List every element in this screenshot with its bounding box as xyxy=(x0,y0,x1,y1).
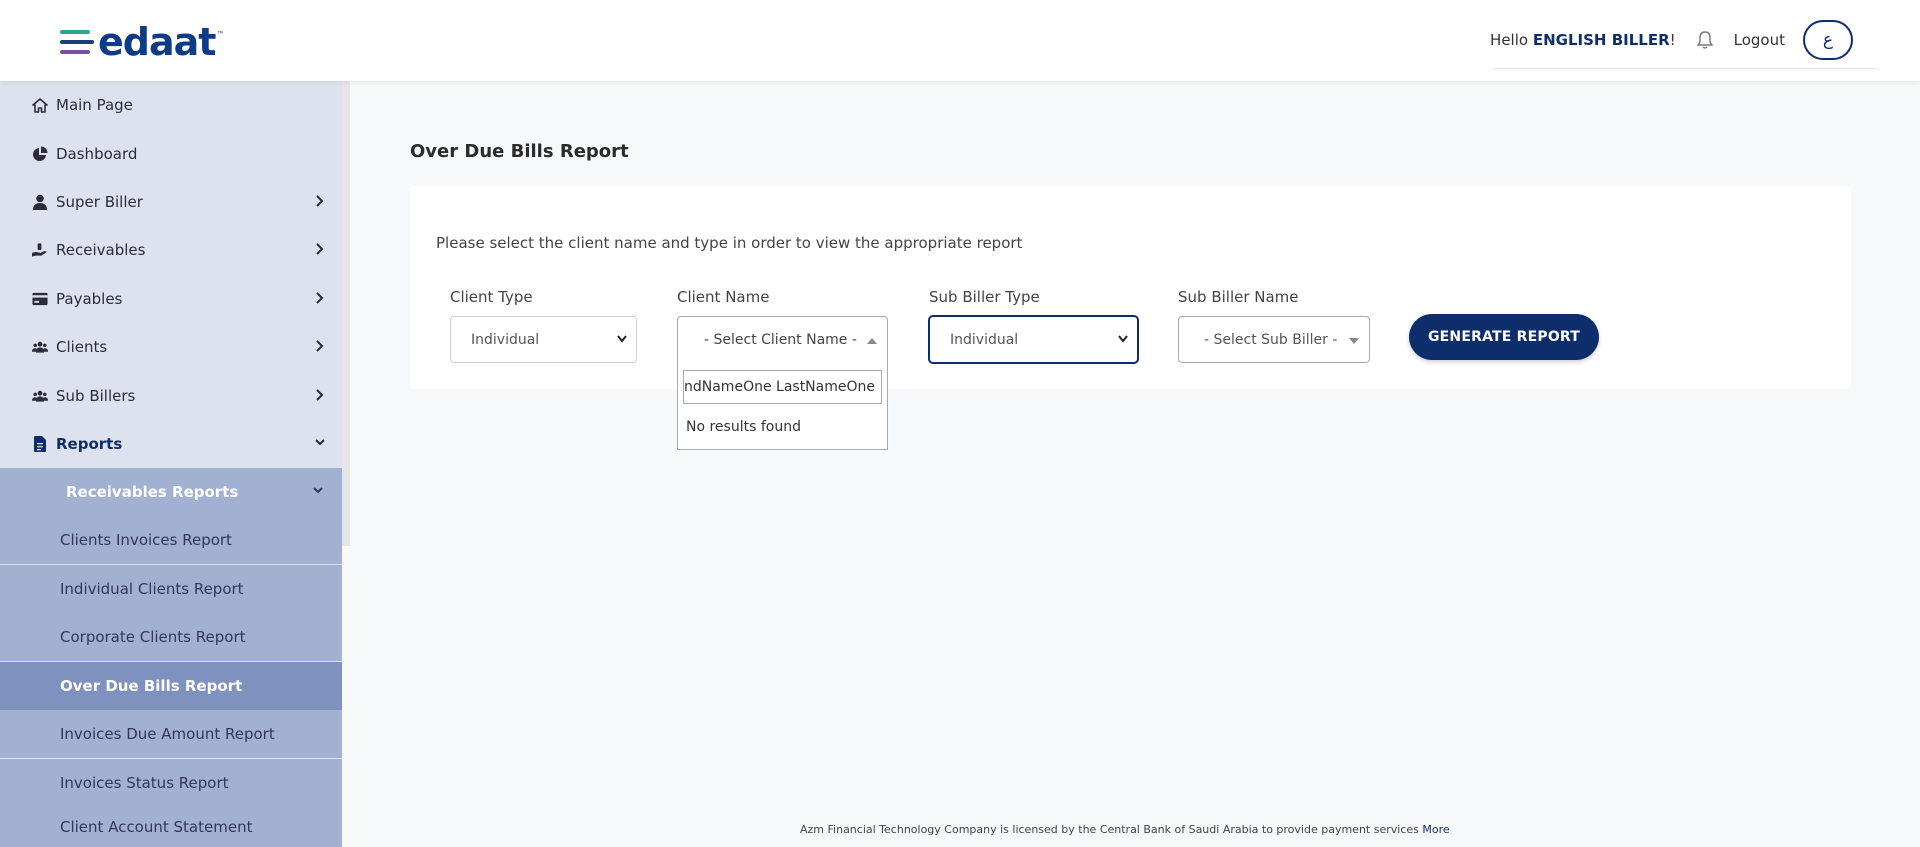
sidebar-item-label: Dashboard xyxy=(56,145,138,163)
sidebar-report-invoices-due-amount[interactable]: Invoices Due Amount Report xyxy=(0,710,342,758)
hand-coin-icon xyxy=(32,242,48,258)
users-icon xyxy=(32,339,48,355)
sidebar-item-super-biller[interactable]: Super Biller xyxy=(0,178,342,226)
logo-mark-icon xyxy=(60,30,94,54)
client-name-search-input[interactable]: ndNameOne LastNameOne xyxy=(683,370,882,404)
submenu-title: Receivables Reports xyxy=(66,483,239,501)
sidebar-item-label: Payables xyxy=(56,290,123,308)
chevron-down-icon xyxy=(1117,334,1129,344)
client-type-select[interactable]: Individual xyxy=(450,316,637,363)
edaat-logo[interactable]: edaat ™ xyxy=(60,20,224,64)
client-name-value: - Select Client Name - xyxy=(704,331,857,348)
footer-more-link[interactable]: More xyxy=(1422,823,1449,836)
caret-up-icon xyxy=(867,338,877,344)
sub-biller-name-select[interactable]: - Select Sub Biller - xyxy=(1178,316,1370,363)
sidebar-scrollbar[interactable] xyxy=(342,81,350,546)
greeting-suffix: ! xyxy=(1669,30,1676,49)
client-name-select[interactable]: - Select Client Name - xyxy=(677,316,888,363)
sidebar-item-clients[interactable]: Clients xyxy=(0,323,342,371)
sidebar-item-label: Main Page xyxy=(56,96,133,114)
chevron-right-icon xyxy=(314,339,324,353)
users-icon xyxy=(32,388,48,404)
logo-text: edaat xyxy=(98,20,216,64)
footer-text: Azm Financial Technology Company is lice… xyxy=(800,823,1419,836)
sidebar-report-corporate-clients[interactable]: Corporate Clients Report xyxy=(0,613,342,661)
sidebar-item-label: Sub Billers xyxy=(56,387,136,405)
logo-trademark: ™ xyxy=(216,30,225,39)
caret-down-icon xyxy=(1349,338,1359,344)
footer: Azm Financial Technology Company is lice… xyxy=(800,823,1450,836)
sidebar-report-invoices-status[interactable]: Invoices Status Report xyxy=(0,759,342,807)
top-header: edaat ™ Hello ENGLISH BILLER! Logout ع xyxy=(0,0,1920,81)
sidebar-item-label: Super Biller xyxy=(56,193,143,211)
client-name-label: Client Name xyxy=(677,288,770,306)
chevron-right-icon xyxy=(314,242,324,256)
page-title: Over Due Bills Report xyxy=(410,141,629,162)
user-greeting: Hello ENGLISH BILLER! xyxy=(1490,31,1676,49)
language-toggle-button[interactable]: ع xyxy=(1803,19,1853,60)
chevron-right-icon xyxy=(314,291,324,305)
greeting-text: Hello xyxy=(1490,30,1529,49)
chevron-right-icon xyxy=(314,194,324,208)
sub-biller-name-label: Sub Biller Name xyxy=(1178,288,1299,306)
credit-card-icon xyxy=(32,291,48,307)
chevron-down-icon xyxy=(314,438,325,452)
sidebar-item-label: Reports xyxy=(56,435,123,453)
sidebar-item-receivables[interactable]: Receivables xyxy=(0,226,342,274)
chevron-right-icon xyxy=(314,388,324,402)
sidebar-report-individual-clients[interactable]: Individual Clients Report xyxy=(0,565,342,613)
user-icon xyxy=(32,194,48,210)
notification-bell-icon[interactable] xyxy=(1696,30,1714,50)
chevron-down-icon xyxy=(312,486,324,496)
no-results-message: No results found xyxy=(686,419,801,435)
client-type-label: Client Type xyxy=(450,288,533,306)
pie-chart-icon xyxy=(32,146,48,162)
file-icon xyxy=(32,436,48,452)
generate-report-button[interactable]: GENERATE REPORT xyxy=(1409,314,1599,360)
sidebar-item-dashboard[interactable]: Dashboard xyxy=(0,130,342,178)
search-input-value: ndNameOne LastNameOne xyxy=(684,379,875,395)
sub-biller-type-value: Individual xyxy=(950,331,1019,348)
sub-biller-name-value: - Select Sub Biller - xyxy=(1204,331,1338,348)
sidebar-item-main-page[interactable]: Main Page xyxy=(0,81,342,129)
sub-biller-type-label: Sub Biller Type xyxy=(929,288,1040,306)
sidebar-report-clients-invoices[interactable]: Clients Invoices Report xyxy=(0,516,342,564)
instructions-text: Please select the client name and type i… xyxy=(436,234,1023,252)
sidebar-report-client-account-statement[interactable]: Client Account Statement xyxy=(0,807,342,847)
header-divider xyxy=(1493,68,1877,69)
sidebar-item-label: Clients xyxy=(56,338,108,356)
sidebar-report-over-due-bills[interactable]: Over Due Bills Report xyxy=(0,662,342,710)
user-name: ENGLISH BILLER xyxy=(1532,30,1670,49)
chevron-down-icon xyxy=(616,334,628,344)
client-type-value: Individual xyxy=(471,331,540,348)
home-icon xyxy=(32,97,48,113)
sidebar-submenu-receivables-reports[interactable]: Receivables Reports xyxy=(0,468,342,516)
sub-biller-type-select[interactable]: Individual xyxy=(929,316,1138,363)
sidebar-item-sub-billers[interactable]: Sub Billers xyxy=(0,372,342,420)
sidebar-item-payables[interactable]: Payables xyxy=(0,275,342,323)
sidebar-item-label: Receivables xyxy=(56,241,146,259)
logout-link[interactable]: Logout xyxy=(1734,31,1785,49)
client-name-dropdown: ndNameOne LastNameOne No results found xyxy=(677,362,888,450)
sidebar-item-reports[interactable]: Reports xyxy=(0,420,342,468)
